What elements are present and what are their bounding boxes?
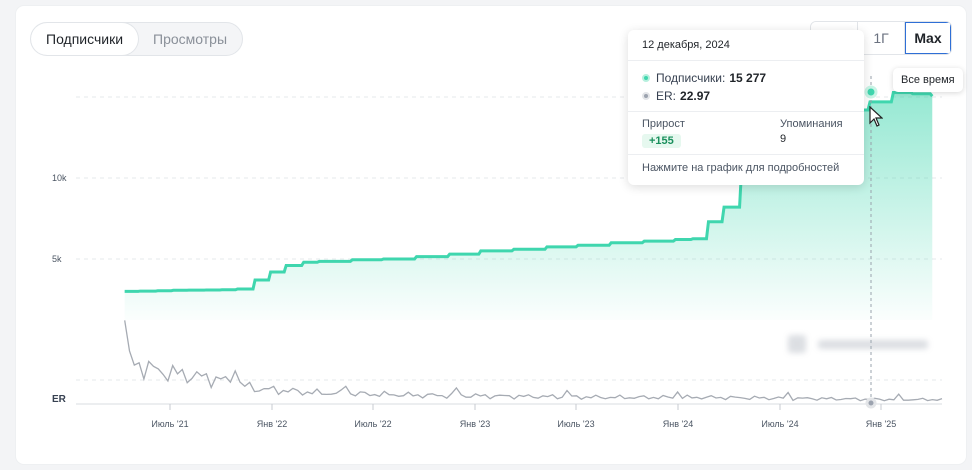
tooltip-er-label: ER:: [656, 89, 677, 103]
data-tooltip: 12 декабря, 2024 Подписчики: 15 277 ER: …: [628, 30, 864, 185]
tooltip-footer: Нажмите на график для подробностей: [642, 162, 840, 174]
x-tick-label: Янв '25: [866, 419, 896, 429]
subs-dot-icon: [642, 74, 650, 82]
growth-badge: +155: [642, 134, 681, 148]
er-axis-label: ER: [52, 394, 66, 405]
y-tick-label: 10k: [52, 173, 67, 183]
x-tick-label: Июль '21: [151, 419, 188, 429]
mentions-label: Упоминания: [780, 118, 843, 130]
mentions-value: 9: [780, 133, 787, 145]
tooltip-date: 12 декабря, 2024: [628, 30, 864, 61]
tooltip-subs-label: Подписчики:: [656, 71, 726, 85]
watermark-logo: [788, 330, 934, 358]
hover-point-subs: [864, 85, 878, 99]
hover-point-er: [865, 397, 877, 409]
x-tick-label: Июль '24: [761, 419, 798, 429]
x-tick-label: Янв '23: [460, 419, 490, 429]
tooltip-er-row: ER: 22.97: [628, 87, 864, 105]
tooltip-stats: Прирост +155 Упоминания 9: [628, 111, 864, 155]
growth-label: Прирост: [642, 118, 685, 130]
tooltip-er-value: 22.97: [680, 89, 711, 103]
x-tick-label: Июль '23: [557, 419, 594, 429]
er-dot-icon: [642, 92, 650, 100]
y-tick-label: 5k: [52, 254, 62, 264]
mouse-cursor-icon: [869, 106, 883, 127]
tooltip-subs-row: Подписчики: 15 277: [628, 69, 864, 87]
tooltip-subs-value: 15 277: [729, 71, 767, 85]
x-tick-label: Янв '24: [663, 419, 693, 429]
x-tick-label: Июль '22: [354, 419, 391, 429]
range-tooltip: Все время: [893, 68, 963, 92]
x-tick-label: Янв '22: [257, 419, 287, 429]
